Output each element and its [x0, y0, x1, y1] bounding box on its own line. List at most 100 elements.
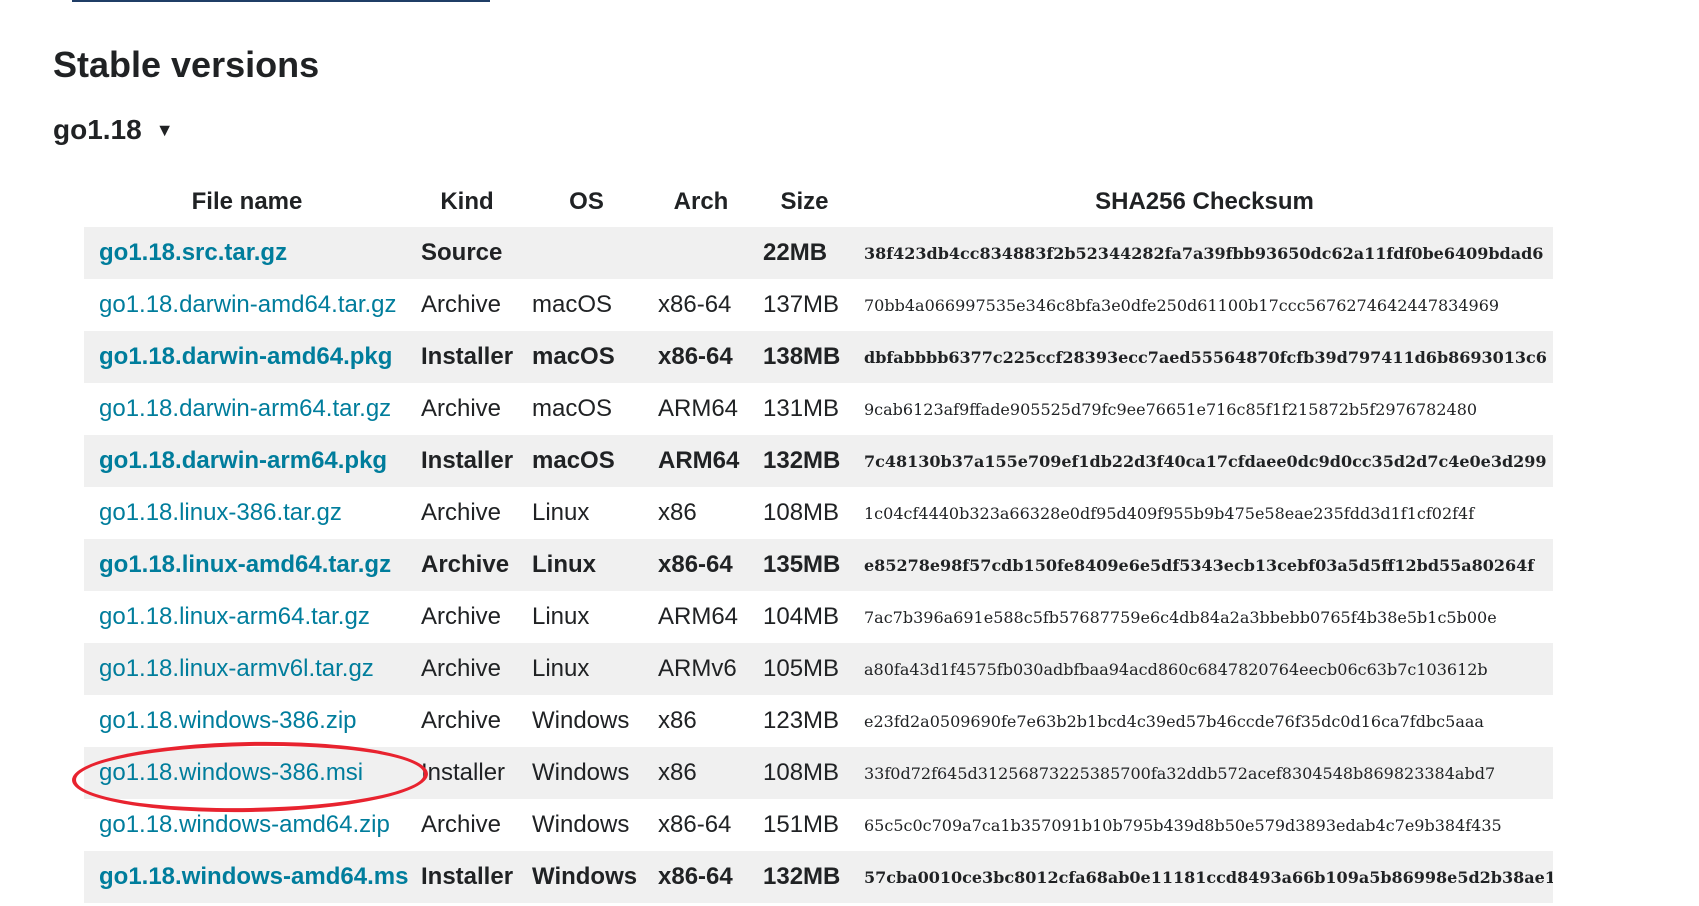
file-name-cell: go1.18.src.tar.gz: [84, 227, 410, 279]
top-divider: [72, 0, 490, 2]
checksum-cell: 38f423db4cc834883f2b52344282fa7a39fbb936…: [856, 227, 1553, 279]
file-name-cell: go1.18.linux-386.tar.gz: [84, 487, 410, 539]
os-cell: macOS: [532, 291, 613, 318]
kind-cell: Source: [410, 227, 524, 279]
os-cell: Linux: [524, 643, 649, 695]
arch-cell: ARM64: [658, 395, 739, 422]
file-name-cell: go1.18.linux-arm64.tar.gz: [84, 591, 410, 643]
downloads-table: File name Kind OS Arch Size SHA256 Check…: [84, 176, 1553, 903]
os-cell: Linux: [532, 603, 590, 630]
download-link[interactable]: go1.18.linux-arm64.tar.gz: [99, 603, 370, 630]
header-os: OS: [569, 187, 604, 215]
download-link[interactable]: go1.18.windows-386.zip: [99, 707, 357, 734]
size-cell: 131MB: [763, 395, 840, 422]
arch-cell: x86-64: [649, 851, 753, 903]
checksum-cell: 7ac7b396a691e588c5fb57687759e6c4db84a2a3…: [864, 607, 1497, 627]
checksum-cell: e85278e98f57cdb150fe8409e6e5df5343ecb13c…: [856, 539, 1553, 591]
os-cell: Windows: [532, 811, 630, 838]
section-title: Stable versions: [53, 44, 320, 85]
size-cell: 137MB: [763, 291, 840, 318]
file-name-cell: go1.18.darwin-amd64.pkg: [84, 331, 410, 383]
download-link[interactable]: go1.18.windows-amd64.zip: [99, 811, 390, 838]
arch-cell: x86: [658, 499, 697, 526]
kind-cell: Archive: [421, 603, 502, 630]
table-row: go1.18.src.tar.gz Source 22MB 38f423db4cc83…: [84, 227, 1553, 279]
download-link[interactable]: go1.18.darwin-amd64.pkg: [99, 343, 392, 370]
os-cell: macOS: [524, 435, 649, 487]
checksum-cell: e23fd2a0509690fe7e63b2b1bcd4c39ed57b46cc…: [864, 711, 1484, 731]
table-row: go1.18.darwin-arm64.pkg Installer macOS ARM…: [84, 435, 1553, 487]
os-cell: Windows: [532, 707, 630, 734]
caret-down-icon: ▼: [155, 120, 174, 140]
os-cell: Linux: [532, 499, 590, 526]
file-name-cell: go1.18.darwin-arm64.tar.gz: [84, 383, 410, 435]
table-row: go1.18.linux-amd64.tar.gz Archive Linux x86…: [84, 539, 1553, 591]
download-link[interactable]: go1.18.darwin-amd64.tar.gz: [99, 291, 397, 318]
size-cell: 22MB: [753, 227, 856, 279]
header-file-name: File name: [191, 187, 303, 215]
kind-cell: Installer: [410, 747, 524, 799]
download-link[interactable]: go1.18.darwin-arm64.pkg: [99, 447, 387, 474]
size-cell: 151MB: [763, 811, 840, 838]
download-link[interactable]: go1.18.windows-386.msi: [99, 759, 363, 786]
table-row: go1.18.linux-386.tar.gz Archive Linux x86 10…: [84, 487, 1553, 539]
arch-cell: [649, 227, 753, 279]
download-link[interactable]: go1.18.darwin-arm64.tar.gz: [99, 395, 391, 422]
header-kind: Kind: [440, 187, 494, 215]
arch-cell: x86: [649, 747, 753, 799]
file-name-cell: go1.18.darwin-amd64.tar.gz: [84, 279, 410, 331]
download-link[interactable]: go1.18.src.tar.gz: [99, 239, 287, 266]
kind-cell: Installer: [410, 851, 524, 903]
file-name-cell: go1.18.linux-armv6l.tar.gz: [84, 643, 410, 695]
table-row: go1.18.darwin-amd64.pkg Installer macOS x86…: [84, 331, 1553, 383]
table-row: go1.18.darwin-arm64.tar.gz Archive macOS AR…: [84, 383, 1553, 435]
file-name-cell: go1.18.windows-amd64.msi: [84, 851, 410, 903]
kind-cell: Installer: [410, 435, 524, 487]
size-cell: 135MB: [753, 539, 856, 591]
table-row: go1.18.windows-amd64.zip Archive Windows x8…: [84, 799, 1553, 851]
file-name-cell: go1.18.linux-amd64.tar.gz: [84, 539, 410, 591]
table-row: go1.18.linux-arm64.tar.gz Archive Linux ARM…: [84, 591, 1553, 643]
download-link[interactable]: go1.18.linux-386.tar.gz: [99, 499, 342, 526]
table-row: go1.18.windows-386.zip Archive Windows x86 1…: [84, 695, 1553, 747]
size-cell: 108MB: [753, 747, 856, 799]
size-cell: 132MB: [753, 435, 856, 487]
arch-cell: x86-64: [649, 539, 753, 591]
os-cell: macOS: [524, 331, 649, 383]
arch-cell: ARM64: [658, 603, 739, 630]
kind-cell: Archive: [421, 499, 502, 526]
checksum-cell: 7c48130b37a155e709ef1db22d3f40ca17cfdaee…: [856, 435, 1553, 487]
checksum-cell: 65c5c0c709a7ca1b357091b10b795b439d8b50e5…: [864, 815, 1502, 835]
os-cell: Windows: [524, 747, 649, 799]
checksum-cell: dbfabbbb6377c225ccf28393ecc7aed55564870f…: [856, 331, 1553, 383]
arch-cell: x86-64: [658, 811, 732, 838]
table-row: go1.18.darwin-amd64.tar.gz Archive macOS x8…: [84, 279, 1553, 331]
version-label: go1.18: [53, 114, 142, 145]
arch-cell: x86-64: [658, 291, 732, 318]
download-link[interactable]: go1.18.windows-amd64.msi: [99, 863, 410, 890]
version-toggle[interactable]: go1.18 ▼: [53, 114, 174, 146]
table-row: go1.18.windows-amd64.msi Installer Windows…: [84, 851, 1553, 903]
size-cell: 108MB: [763, 499, 840, 526]
os-cell: Linux: [524, 539, 649, 591]
file-name-cell: go1.18.darwin-arm64.pkg: [84, 435, 410, 487]
arch-cell: ARMv6: [649, 643, 753, 695]
size-cell: 138MB: [753, 331, 856, 383]
table-row: go1.18.linux-armv6l.tar.gz Archive Linux AR…: [84, 643, 1553, 695]
header-arch: Arch: [673, 187, 729, 215]
checksum-cell: 33f0d72f645d31256873225385700fa32ddb572a…: [856, 747, 1553, 799]
kind-cell: Archive: [421, 811, 502, 838]
file-name-cell: go1.18.windows-386.msi: [84, 747, 410, 799]
download-link[interactable]: go1.18.linux-armv6l.tar.gz: [99, 655, 374, 682]
checksum-cell: 57cba0010ce3bc8012cfa68ab0e11181ccd8493a…: [856, 851, 1553, 903]
os-cell: Windows: [524, 851, 649, 903]
checksum-cell: a80fa43d1f4575fb030adbfbaa94acd860c68478…: [856, 643, 1553, 695]
file-name-cell: go1.18.windows-amd64.zip: [84, 799, 410, 851]
size-cell: 104MB: [763, 603, 840, 630]
file-name-cell: go1.18.windows-386.zip: [84, 695, 410, 747]
kind-cell: Archive: [421, 395, 502, 422]
kind-cell: Archive: [421, 291, 502, 318]
download-link[interactable]: go1.18.linux-amd64.tar.gz: [99, 551, 391, 578]
arch-cell: x86: [658, 707, 697, 734]
size-cell: 105MB: [753, 643, 856, 695]
